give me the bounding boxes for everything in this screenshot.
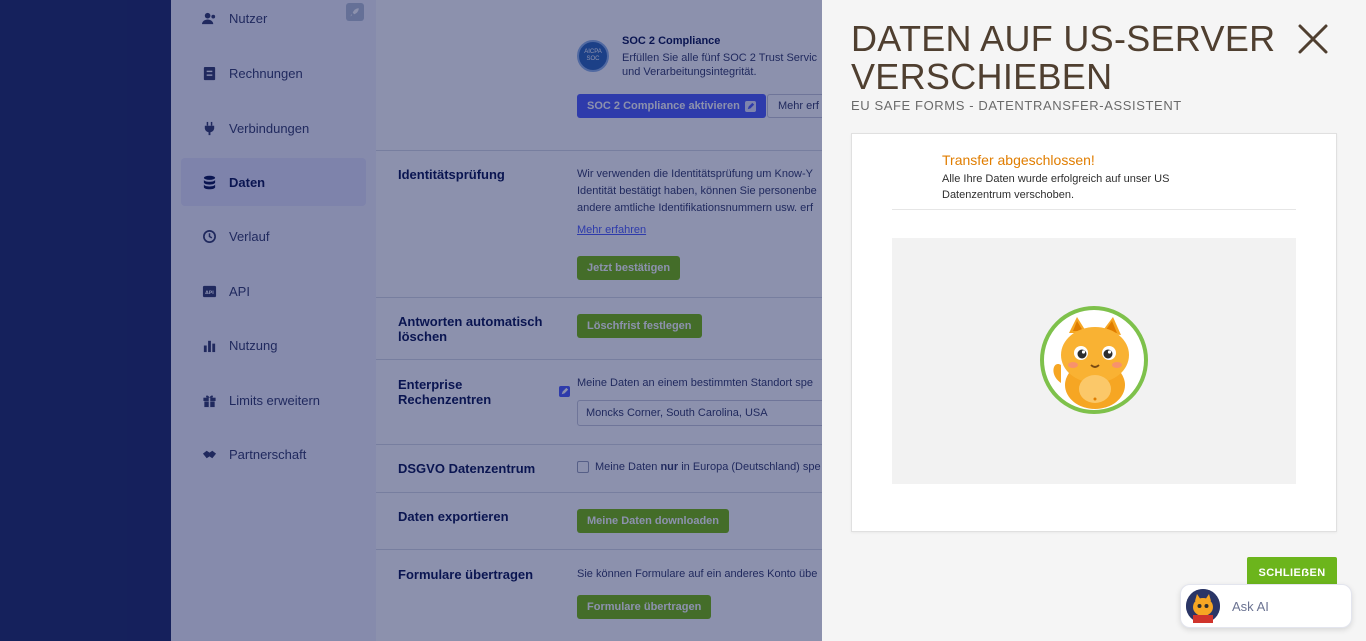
status-panel: Transfer abgeschlossen! Alle Ihre Daten …	[851, 133, 1337, 532]
ai-avatar-icon	[1186, 589, 1220, 623]
status-title: Transfer abgeschlossen!	[942, 152, 1095, 168]
illustration-area	[892, 238, 1296, 484]
status-text: Alle Ihre Daten wurde erfolgreich auf un…	[942, 173, 1170, 201]
drawer-title: DATEN AUF US-SERVER VERSCHIEBEN	[851, 18, 1276, 97]
ask-ai-label: Ask AI	[1232, 598, 1269, 614]
transfer-assistant-drawer: DATEN AUF US-SERVER VERSCHIEBEN EU SAFE …	[822, 0, 1366, 641]
ask-ai-button[interactable]: Ask AI	[1180, 584, 1352, 628]
drawer-subtitle: EU SAFE FORMS - DATENTRANSFER-ASSISTENT	[851, 98, 1182, 113]
modal-backdrop[interactable]	[0, 0, 822, 641]
panel-divider	[892, 209, 1296, 210]
app-root: Nutzer Rechnungen Verbindungen Daten Ver…	[0, 0, 1366, 641]
cat-mascot-icon	[1039, 305, 1149, 415]
close-icon[interactable]	[1296, 22, 1330, 56]
